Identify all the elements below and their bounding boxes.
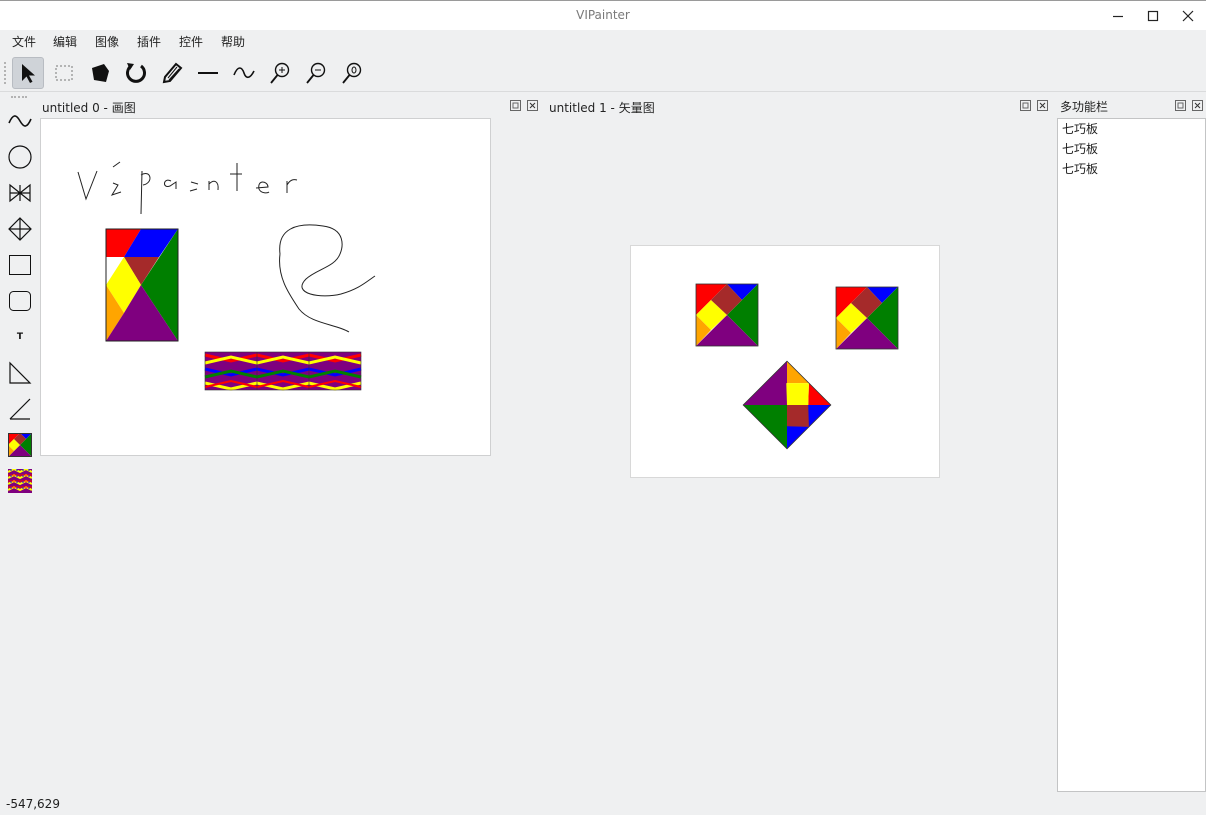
rotate-icon xyxy=(126,63,146,83)
vector-drawing xyxy=(695,283,899,450)
tangram-tool-button[interactable] xyxy=(4,429,36,461)
text-tool-icon: T xyxy=(16,332,24,342)
cursor-coordinates: -547,629 xyxy=(6,797,60,811)
zoom-reset-tool-button[interactable] xyxy=(336,57,368,89)
pencil-icon xyxy=(162,62,183,84)
paint-window-title: untitled 0 - 画图 xyxy=(42,101,136,115)
freehand-curve xyxy=(279,224,376,333)
zoom-out-tool-button[interactable] xyxy=(300,57,332,89)
triangle-tool-button[interactable] xyxy=(4,357,36,389)
paint-window-close-button[interactable] xyxy=(527,100,538,111)
diamond-tool-button[interactable] xyxy=(4,213,36,245)
float-icon xyxy=(1175,100,1186,111)
tangram-square xyxy=(695,283,759,347)
minimize-icon xyxy=(1113,15,1123,18)
vector-window-close-button[interactable] xyxy=(1037,100,1048,111)
shape-toolbar-handle[interactable] xyxy=(11,96,27,98)
status-bar: -547,629 xyxy=(0,793,1206,815)
dock-list-item[interactable]: 七巧板 xyxy=(1058,159,1205,179)
rounded-rect-icon xyxy=(9,291,31,311)
line-tool-button[interactable] xyxy=(192,57,224,89)
diamond-icon xyxy=(8,217,32,241)
close-icon xyxy=(1192,100,1203,111)
zoom-in-icon xyxy=(270,62,290,84)
menu-edit[interactable]: 编辑 xyxy=(53,33,77,50)
paint-canvas[interactable] xyxy=(40,118,491,456)
triangle-icon xyxy=(9,361,32,384)
pattern-icon xyxy=(8,469,32,493)
pattern-tool-button[interactable] xyxy=(4,465,36,497)
rectangle-tool-button[interactable] xyxy=(4,249,36,281)
float-icon xyxy=(510,100,521,111)
maximize-icon xyxy=(1147,10,1159,22)
window-title: VIPainter xyxy=(576,8,630,22)
wave-tool-button[interactable] xyxy=(4,105,36,137)
dock-list-item[interactable]: 七巧板 xyxy=(1058,119,1205,139)
menubar: 文件 编辑 图像 插件 控件 帮助 xyxy=(0,30,1206,52)
circle-tool-button[interactable] xyxy=(4,141,36,173)
bowtie-tool-button[interactable] xyxy=(4,177,36,209)
menu-plugins[interactable]: 插件 xyxy=(137,33,161,50)
menu-image[interactable]: 图像 xyxy=(95,33,119,50)
close-button[interactable] xyxy=(1176,5,1200,27)
dock-panel: 七巧板 七巧板 七巧板 xyxy=(1057,118,1206,792)
rectangle-icon xyxy=(9,255,31,275)
paint-window-float-button[interactable] xyxy=(510,100,521,111)
dock-float-button[interactable] xyxy=(1175,100,1186,111)
bowtie-icon xyxy=(9,183,31,203)
vector-canvas[interactable] xyxy=(630,245,940,478)
zoom-in-tool-button[interactable] xyxy=(264,57,296,89)
shape-toolbar: T xyxy=(0,93,40,513)
pointer-icon xyxy=(22,64,35,83)
tangram-rectangle xyxy=(105,228,179,342)
pattern-strip xyxy=(204,351,362,391)
diagonal-line-tool-button[interactable] xyxy=(4,393,36,425)
window-titlebar: VIPainter xyxy=(0,0,1206,30)
rect-select-tool-button[interactable] xyxy=(48,57,80,89)
line-icon xyxy=(198,72,218,74)
menu-help[interactable]: 帮助 xyxy=(221,33,245,50)
diagonal-line-icon xyxy=(9,398,31,420)
curve-icon xyxy=(233,67,255,79)
minimize-button[interactable] xyxy=(1106,5,1130,27)
text-tool-button[interactable]: T xyxy=(4,321,36,353)
pencil-tool-button[interactable] xyxy=(156,57,188,89)
wave-icon xyxy=(8,115,32,127)
dock-list-item[interactable]: 七巧板 xyxy=(1058,139,1205,159)
paint-drawing xyxy=(77,161,376,391)
menu-widgets[interactable]: 控件 xyxy=(179,33,203,50)
vector-window-float-button[interactable] xyxy=(1020,100,1031,111)
vector-window-title: untitled 1 - 矢量图 xyxy=(549,101,655,115)
handwriting-vipainter xyxy=(77,161,298,215)
dock-close-button[interactable] xyxy=(1192,100,1203,111)
float-icon xyxy=(1020,100,1031,111)
tangram-square xyxy=(835,286,899,350)
maximize-button[interactable] xyxy=(1141,5,1165,27)
zoom-out-icon xyxy=(306,62,326,84)
fill-icon xyxy=(92,64,109,82)
tangram-icon xyxy=(8,433,32,457)
circle-icon xyxy=(8,145,32,169)
main-toolbar xyxy=(0,54,1206,92)
close-icon xyxy=(527,100,538,111)
curve-tool-button[interactable] xyxy=(228,57,260,89)
menu-file[interactable]: 文件 xyxy=(12,33,36,50)
close-icon xyxy=(1037,100,1048,111)
rect-select-icon xyxy=(55,65,73,81)
pointer-tool-button[interactable] xyxy=(12,57,44,89)
fill-tool-button[interactable] xyxy=(84,57,116,89)
dock-title: 多功能栏 xyxy=(1060,100,1109,114)
rounded-rect-tool-button[interactable] xyxy=(4,285,36,317)
tangram-diamond xyxy=(742,360,832,450)
zoom-reset-icon xyxy=(342,62,362,84)
toolbar-handle[interactable] xyxy=(4,62,7,84)
close-icon xyxy=(1182,10,1194,22)
rotate-tool-button[interactable] xyxy=(120,57,152,89)
